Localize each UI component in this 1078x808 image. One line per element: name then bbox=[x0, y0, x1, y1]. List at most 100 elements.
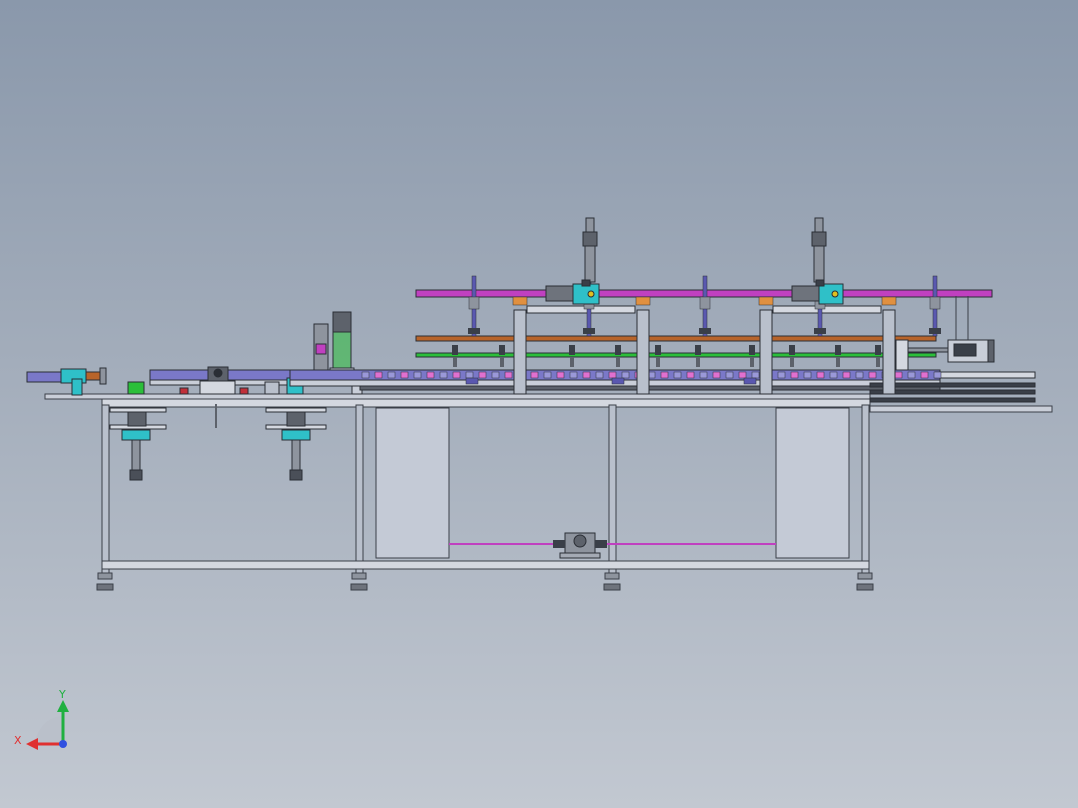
conveyor-sensor bbox=[465, 377, 479, 385]
cabinet-panel-right bbox=[775, 407, 850, 559]
conveyor-link bbox=[933, 371, 942, 379]
conveyor-link bbox=[361, 371, 370, 379]
left-conveyor bbox=[127, 366, 291, 395]
conveyor-link bbox=[426, 371, 435, 379]
gantry-bearing bbox=[881, 296, 897, 306]
conveyor-link bbox=[465, 371, 474, 379]
conveyor-link bbox=[907, 371, 916, 379]
conveyor-link bbox=[478, 371, 487, 379]
gripper-finger bbox=[876, 357, 880, 367]
conveyor-link bbox=[387, 371, 396, 379]
assembly-drawing[interactable]: Y X bbox=[0, 0, 1078, 808]
conveyor-link bbox=[868, 371, 877, 379]
triad-y-label: Y bbox=[58, 688, 66, 701]
conveyor-link bbox=[686, 371, 695, 379]
conveyor-link bbox=[894, 371, 903, 379]
conveyor-link bbox=[699, 371, 708, 379]
gantry-green-rail bbox=[415, 352, 937, 358]
gripper-body bbox=[499, 345, 505, 355]
conveyor-sensor bbox=[743, 377, 757, 385]
foot-3-base bbox=[603, 583, 621, 591]
conveyor-link bbox=[504, 371, 513, 379]
conveyor-link bbox=[608, 371, 617, 379]
gantry-orange-rail bbox=[415, 335, 937, 342]
foot-2-base bbox=[350, 583, 368, 591]
gripper-body bbox=[749, 345, 755, 355]
servo-unit-1 bbox=[545, 217, 600, 305]
conveyor-link bbox=[530, 371, 539, 379]
gripper-finger bbox=[453, 357, 457, 367]
rod-clamp bbox=[468, 296, 480, 310]
conveyor-link bbox=[413, 371, 422, 379]
conveyor-link bbox=[712, 371, 721, 379]
gantry-bearing bbox=[758, 296, 774, 306]
frame-leg-1 bbox=[101, 404, 110, 574]
triad-x-arrowhead bbox=[26, 738, 38, 750]
gripper-body bbox=[875, 345, 881, 355]
conveyor-link bbox=[569, 371, 578, 379]
conveyor-link bbox=[582, 371, 591, 379]
conveyor-link bbox=[751, 371, 760, 379]
coordinate-triad: Y X bbox=[14, 688, 69, 750]
conveyor-link bbox=[920, 371, 929, 379]
gripper-finger bbox=[750, 357, 754, 367]
gripper-finger bbox=[656, 357, 660, 367]
left-feed-cylinder bbox=[26, 367, 107, 396]
gantry-bearing bbox=[512, 296, 528, 306]
rod-clamp bbox=[699, 296, 711, 310]
base-frame bbox=[44, 393, 1053, 591]
conveyor-link bbox=[842, 371, 851, 379]
gantry-post-4 bbox=[882, 309, 896, 395]
conveyor-link bbox=[660, 371, 669, 379]
conveyor-link bbox=[621, 371, 630, 379]
foot-4 bbox=[857, 572, 873, 580]
gantry-post-3 bbox=[759, 309, 773, 395]
servo-unit-2 bbox=[791, 217, 844, 305]
conveyor-link bbox=[543, 371, 552, 379]
gripper-finger bbox=[696, 357, 700, 367]
conveyor-link bbox=[491, 371, 500, 379]
rod-foot bbox=[929, 328, 941, 334]
conveyor-link bbox=[556, 371, 565, 379]
rod-foot bbox=[699, 328, 711, 334]
lower-beam bbox=[101, 560, 870, 570]
gantry-post-2 bbox=[636, 309, 650, 395]
conveyor-link bbox=[816, 371, 825, 379]
left-lift-unit-2 bbox=[265, 407, 327, 481]
conveyor-link bbox=[738, 371, 747, 379]
gantry-bearing bbox=[635, 296, 651, 306]
extension-plate bbox=[869, 405, 1053, 413]
foot-1 bbox=[97, 572, 113, 580]
conveyor-link bbox=[374, 371, 383, 379]
conveyor-link bbox=[803, 371, 812, 379]
frame-leg-3 bbox=[608, 404, 617, 574]
rod-clamp bbox=[929, 296, 941, 310]
foot-4-base bbox=[856, 583, 874, 591]
rod-foot bbox=[468, 328, 480, 334]
gripper-body bbox=[789, 345, 795, 355]
left-lift-unit-1 bbox=[109, 407, 167, 481]
rod-foot bbox=[814, 328, 826, 334]
foot-1-base bbox=[96, 583, 114, 591]
cad-viewport[interactable]: Y X bbox=[0, 0, 1078, 808]
gripper-body bbox=[569, 345, 575, 355]
foot-2 bbox=[351, 572, 367, 580]
gripper-finger bbox=[616, 357, 620, 367]
conveyor-sensor bbox=[611, 377, 625, 385]
conveyor-link bbox=[855, 371, 864, 379]
gripper-finger bbox=[500, 357, 504, 367]
gripper-body bbox=[695, 345, 701, 355]
triad-y-arrowhead bbox=[57, 700, 69, 712]
gripper-body bbox=[452, 345, 458, 355]
rod-foot bbox=[583, 328, 595, 334]
gripper-body bbox=[655, 345, 661, 355]
gripper-finger bbox=[790, 357, 794, 367]
gantry-post-1 bbox=[513, 309, 527, 395]
gripper-body bbox=[615, 345, 621, 355]
right-end-unit bbox=[895, 296, 995, 371]
gripper-body bbox=[835, 345, 841, 355]
conveyor-link bbox=[439, 371, 448, 379]
foot-3 bbox=[604, 572, 620, 580]
frame-leg-4 bbox=[861, 404, 870, 574]
conveyor-link bbox=[777, 371, 786, 379]
